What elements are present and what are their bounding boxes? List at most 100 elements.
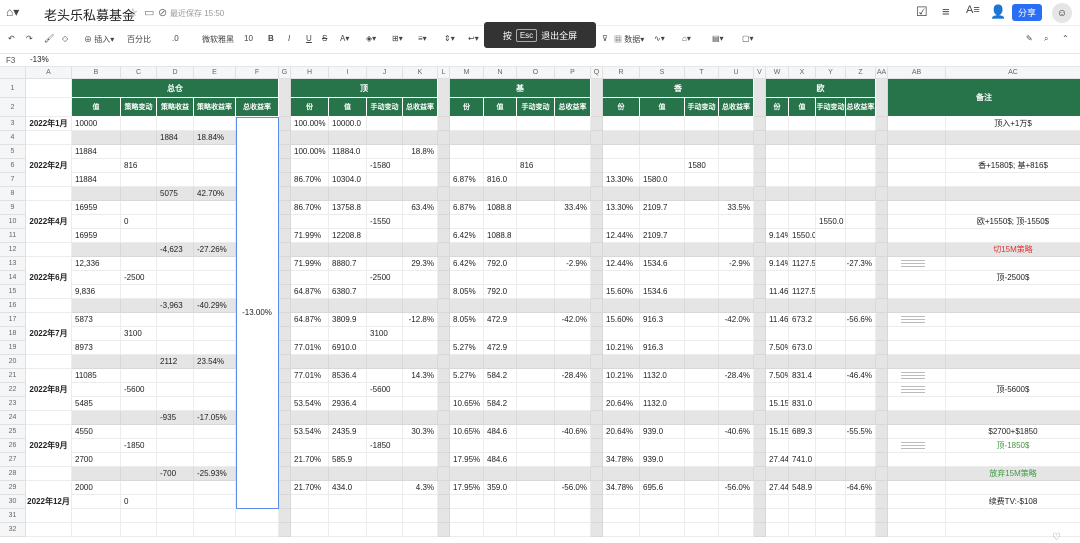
cell[interactable] [555, 495, 591, 509]
data-cell[interactable]: 8536.4 [329, 369, 367, 383]
cell[interactable] [888, 481, 946, 495]
data-cell[interactable]: 831.0 [789, 397, 816, 411]
data-cell[interactable]: 33.5% [719, 201, 754, 215]
row-header[interactable]: 17 [0, 313, 26, 327]
data-cell[interactable]: 1884 [157, 131, 194, 145]
cell[interactable] [438, 159, 450, 173]
cell[interactable] [279, 523, 291, 537]
cell[interactable] [876, 271, 888, 285]
cell[interactable] [438, 481, 450, 495]
cell[interactable] [484, 411, 517, 425]
cell[interactable] [846, 453, 876, 467]
cell[interactable] [603, 243, 640, 257]
cell[interactable] [194, 145, 236, 159]
data-cell[interactable]: 5873 [72, 313, 121, 327]
data-cell[interactable]: 1127.5 [789, 257, 816, 271]
cell[interactable] [876, 187, 888, 201]
cell[interactable] [754, 145, 766, 159]
data-cell[interactable]: 1534.6 [640, 257, 685, 271]
cell[interactable] [946, 299, 1080, 313]
cell[interactable] [517, 299, 555, 313]
cell[interactable] [766, 173, 789, 187]
cell[interactable] [194, 159, 236, 173]
strikethrough-icon[interactable]: S [322, 34, 327, 43]
data-cell[interactable]: 3100 [121, 327, 157, 341]
cell[interactable] [754, 299, 766, 313]
data-cell[interactable]: 17.95% [450, 453, 484, 467]
cell[interactable] [816, 425, 846, 439]
cell[interactable] [291, 243, 329, 257]
cell[interactable] [789, 215, 816, 229]
data-cell[interactable]: 4.3% [403, 481, 438, 495]
cell[interactable] [517, 481, 555, 495]
cell[interactable] [754, 257, 766, 271]
cell[interactable] [517, 383, 555, 397]
cell[interactable] [450, 327, 484, 341]
cell[interactable] [754, 313, 766, 327]
cell[interactable] [157, 369, 194, 383]
cell[interactable] [517, 397, 555, 411]
cell[interactable] [591, 215, 603, 229]
cell[interactable] [846, 271, 876, 285]
cell[interactable] [279, 271, 291, 285]
cell[interactable] [754, 355, 766, 369]
cell[interactable] [121, 481, 157, 495]
cell[interactable] [754, 369, 766, 383]
data-cell[interactable]: 1132.0 [640, 369, 685, 383]
data-cell[interactable]: -2500 [367, 271, 403, 285]
cell[interactable] [484, 271, 517, 285]
data-cell[interactable]: 欧+1550$; 顶-1550$ [946, 215, 1080, 229]
cell[interactable] [236, 509, 279, 523]
cell[interactable] [484, 243, 517, 257]
cell[interactable] [816, 327, 846, 341]
cell[interactable] [403, 453, 438, 467]
cell[interactable] [438, 215, 450, 229]
data-cell[interactable]: 34.78% [603, 481, 640, 495]
cell[interactable] [291, 383, 329, 397]
cell[interactable] [72, 509, 121, 523]
data-cell[interactable]: 585.9 [329, 453, 367, 467]
cell[interactable] [888, 243, 946, 257]
cell[interactable] [816, 481, 846, 495]
cell[interactable] [329, 439, 367, 453]
cell[interactable] [194, 327, 236, 341]
cell[interactable] [403, 467, 438, 481]
cell[interactable] [876, 299, 888, 313]
cell[interactable] [291, 299, 329, 313]
cell[interactable] [403, 271, 438, 285]
folder-icon[interactable]: ▭ [144, 6, 154, 19]
cell[interactable] [888, 509, 946, 523]
cell[interactable] [157, 495, 194, 509]
data-cell[interactable]: -2.9% [719, 257, 754, 271]
cell[interactable] [194, 215, 236, 229]
cell[interactable] [591, 495, 603, 509]
cell[interactable] [719, 131, 754, 145]
percent-format-button[interactable]: 百分比 [127, 34, 151, 45]
data-cell[interactable]: 切15M策略 [946, 243, 1080, 257]
total-return-value[interactable]: -13.00% [236, 117, 279, 509]
cell[interactable] [754, 159, 766, 173]
cell[interactable] [876, 495, 888, 509]
cell[interactable] [591, 453, 603, 467]
cell[interactable] [754, 341, 766, 355]
cell[interactable] [517, 215, 555, 229]
cell[interactable] [367, 509, 403, 523]
cell[interactable] [403, 215, 438, 229]
cell[interactable] [766, 411, 789, 425]
cell[interactable] [450, 355, 484, 369]
cell[interactable] [157, 425, 194, 439]
data-cell[interactable]: -46.4% [846, 369, 876, 383]
cell[interactable] [555, 131, 591, 145]
data-cell[interactable]: 1088.8 [484, 229, 517, 243]
data-cell[interactable]: 顶-1850$ [946, 439, 1080, 453]
column-header-a[interactable]: A [26, 67, 72, 79]
cell[interactable] [719, 355, 754, 369]
cell[interactable] [438, 257, 450, 271]
row-header[interactable]: 9 [0, 201, 26, 215]
cell[interactable] [367, 173, 403, 187]
row-header[interactable]: 16 [0, 299, 26, 313]
cell[interactable] [438, 201, 450, 215]
cell[interactable] [517, 131, 555, 145]
cell[interactable] [846, 327, 876, 341]
cell[interactable] [279, 173, 291, 187]
